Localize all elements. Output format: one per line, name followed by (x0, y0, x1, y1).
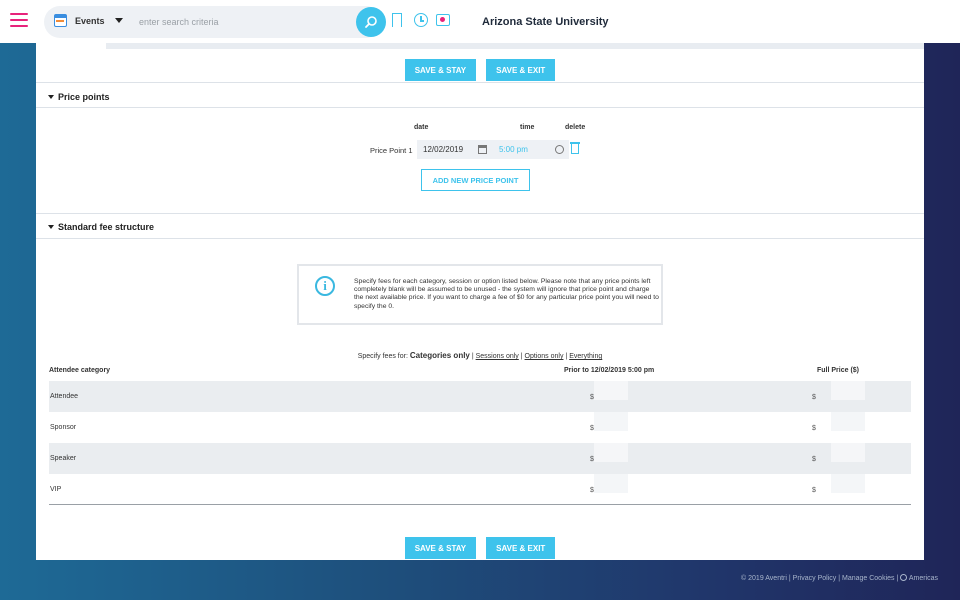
collapse-icon (48, 225, 54, 229)
category-label: Sponsor (50, 424, 77, 431)
calendar-icon[interactable] (478, 145, 487, 154)
full-price-input[interactable] (831, 474, 865, 493)
search-button[interactable] (356, 7, 386, 37)
category-label: Attendee (50, 393, 79, 400)
divider (36, 238, 924, 239)
date-column-header: date (414, 124, 429, 131)
category-label: VIP (50, 486, 62, 493)
save-and-exit-button[interactable]: SAVE & EXIT (486, 59, 556, 81)
scope-sessions-only-link[interactable]: Sessions only (476, 353, 519, 360)
full-price-column-header: Full Price ($) (817, 367, 860, 374)
scope-everything-link[interactable]: Everything (569, 353, 602, 360)
footer: © 2019 Aventri | Privacy Policy | Manage… (741, 574, 938, 582)
save-and-stay-button[interactable]: SAVE & STAY (404, 59, 477, 81)
search-input[interactable] (139, 14, 339, 30)
bookmark-icon[interactable] (392, 13, 402, 27)
tab-strip (106, 43, 924, 49)
price-points-title: Price points (58, 92, 110, 102)
top-bar: Events Arizona State University (0, 0, 960, 43)
divider (36, 213, 924, 214)
divider (36, 82, 924, 83)
info-text: Specify fees for each category, session … (354, 278, 659, 310)
main-panel: SAVE & STAY SAVE & EXIT Price points dat… (36, 43, 924, 560)
trash-icon[interactable] (570, 142, 580, 154)
full-price-input[interactable] (831, 381, 865, 400)
save-and-stay-button[interactable]: SAVE & STAY (404, 537, 477, 559)
chevron-down-icon (114, 18, 123, 23)
search-bar: Events (44, 6, 386, 38)
table-row: Sponsor $ $ (49, 412, 911, 443)
manage-cookies-link[interactable]: Manage Cookies (842, 575, 895, 582)
currency-symbol: $ (812, 487, 816, 494)
menu-icon[interactable] (10, 13, 28, 27)
search-icon (365, 16, 377, 28)
separator: | (838, 575, 841, 582)
privacy-policy-link[interactable]: Privacy Policy (793, 575, 837, 582)
bottom-actions: SAVE & STAY SAVE & EXIT (36, 537, 924, 559)
category-label: Speaker (50, 455, 77, 462)
top-actions: SAVE & STAY SAVE & EXIT (36, 59, 924, 81)
separator: | (520, 353, 523, 360)
scope-categories-only[interactable]: Categories only (410, 351, 470, 360)
prior-price-input[interactable] (594, 474, 628, 493)
organization-name: Arizona State University (482, 16, 609, 28)
info-icon: i (315, 276, 335, 296)
separator: | (565, 353, 568, 360)
fees-scope-selector: Specify fees for: Categories only | Sess… (36, 351, 924, 360)
currency-symbol: $ (812, 394, 816, 401)
table-row: Attendee $ $ (49, 381, 911, 412)
price-points-toggle[interactable]: Price points (48, 92, 110, 102)
full-price-input[interactable] (831, 443, 865, 462)
separator: | (896, 575, 899, 582)
currency-symbol: $ (812, 456, 816, 463)
prior-price-input[interactable] (594, 443, 628, 462)
globe-icon (900, 574, 908, 581)
time-column-header: time (520, 124, 535, 131)
category-label: Events (75, 15, 105, 26)
table-row: Speaker $ $ (49, 443, 911, 474)
copyright: © 2019 Aventri (741, 575, 787, 582)
scope-options-only-link[interactable]: Options only (525, 353, 564, 360)
currency-symbol: $ (812, 425, 816, 432)
region-label: Americas (908, 575, 938, 582)
separator: | (471, 353, 474, 360)
category-column-header: Attendee category (49, 367, 111, 374)
recent-history-icon[interactable] (414, 13, 428, 27)
folder-icon[interactable] (436, 14, 450, 26)
separator: | (788, 575, 791, 582)
fee-structure-toggle[interactable]: Standard fee structure (48, 222, 154, 232)
table-bottom-border (49, 504, 911, 505)
add-price-point-button[interactable]: ADD NEW PRICE POINT (421, 169, 530, 191)
prior-price-column-header: Prior to 12/02/2019 5:00 pm (564, 367, 655, 374)
prior-price-input[interactable] (594, 381, 628, 400)
save-and-exit-button[interactable]: SAVE & EXIT (486, 537, 556, 559)
category-dropdown[interactable]: Events (54, 14, 123, 27)
table-row: VIP $ $ (49, 474, 911, 505)
delete-column-header: delete (565, 124, 586, 131)
price-point-label: Price Point 1 (370, 146, 413, 155)
full-price-input[interactable] (831, 412, 865, 431)
clock-icon[interactable] (555, 145, 564, 154)
prior-price-input[interactable] (594, 412, 628, 431)
fee-structure-title: Standard fee structure (58, 222, 155, 232)
info-box: i Specify fees for each category, sessio… (297, 264, 663, 325)
fees-scope-prefix: Specify fees for: (357, 353, 408, 360)
divider (36, 107, 924, 108)
collapse-icon (48, 95, 54, 99)
calendar-icon (54, 14, 67, 27)
region-selector[interactable]: Americas (900, 574, 938, 582)
